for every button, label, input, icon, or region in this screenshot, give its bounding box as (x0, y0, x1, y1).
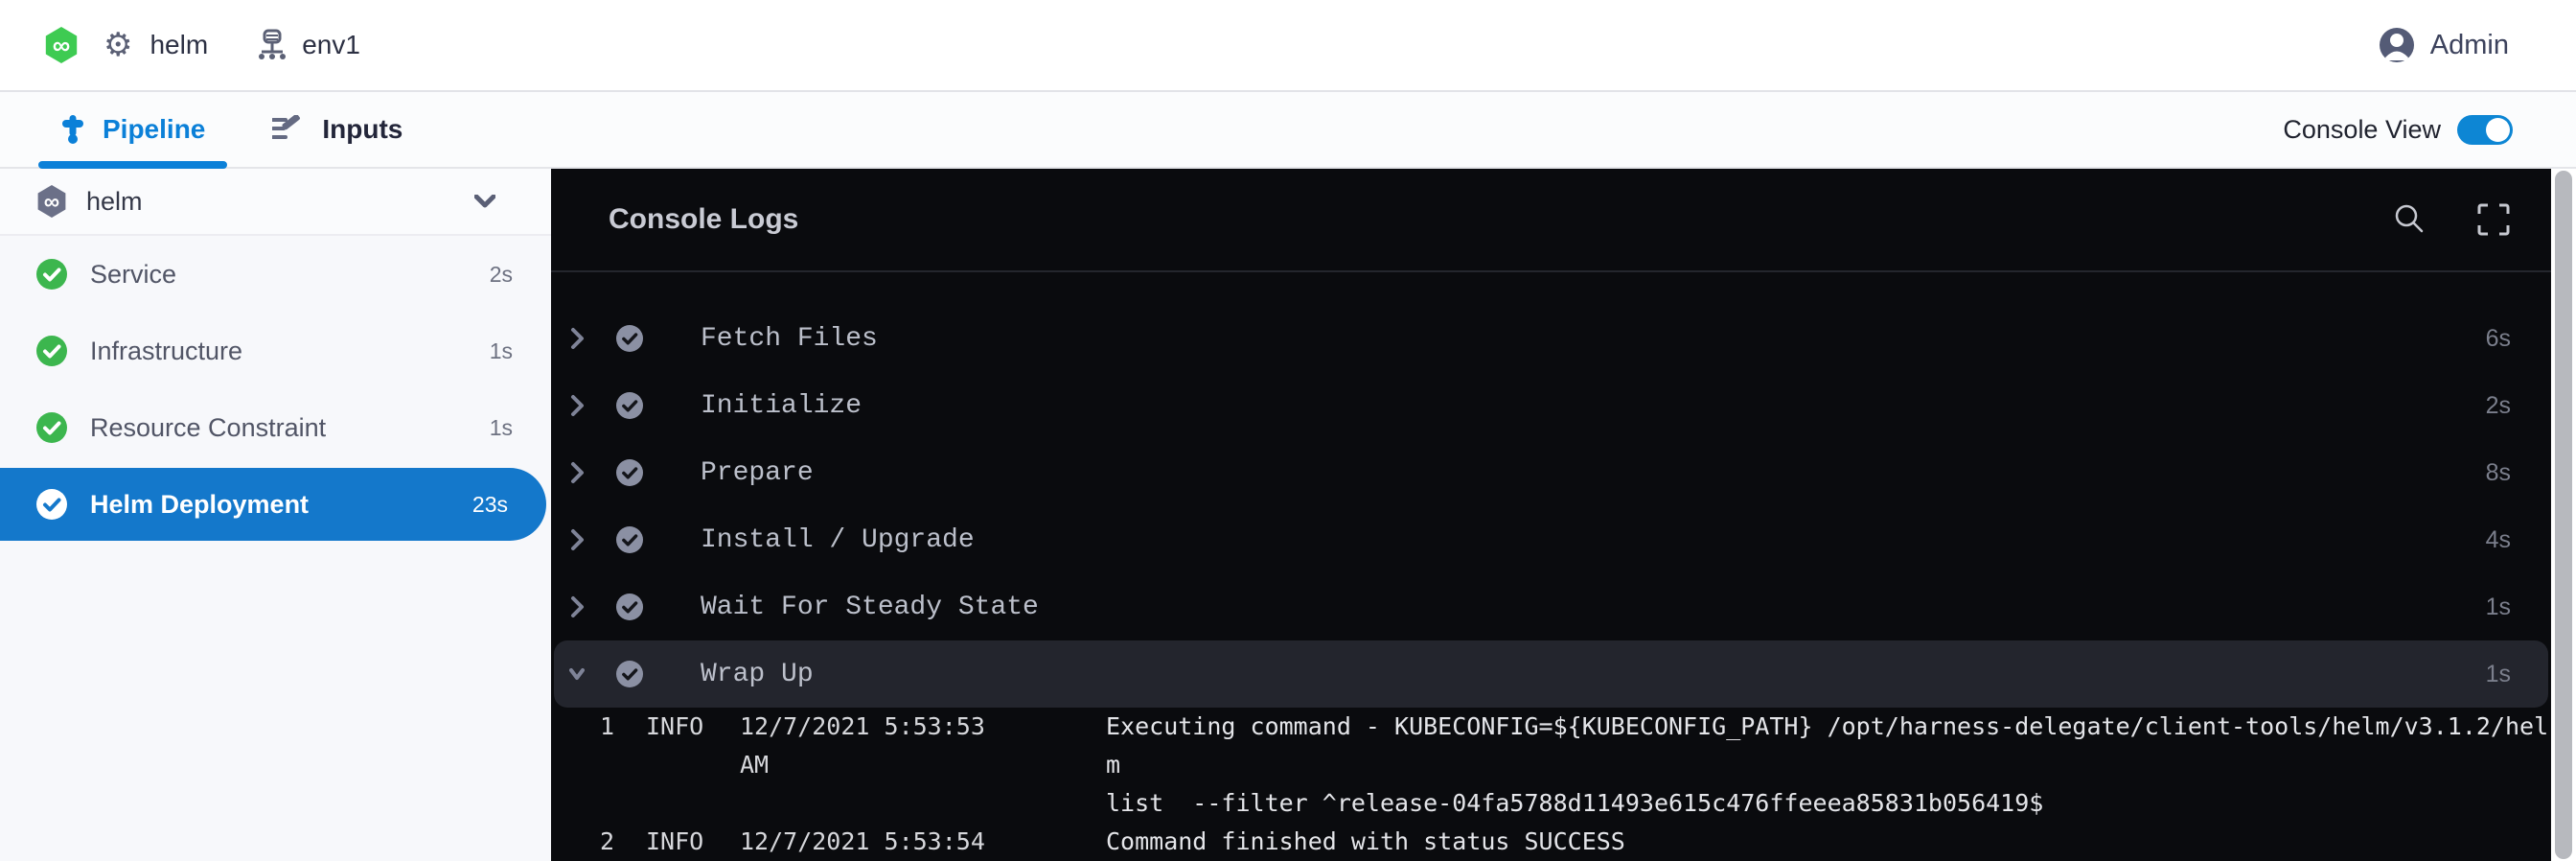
step-duration: 6s (2486, 325, 2511, 353)
tab-inputs-label: Inputs (322, 114, 402, 145)
step-prepare[interactable]: Prepare 8s (551, 439, 2551, 506)
step-duration: 1s (2486, 661, 2511, 688)
step-fetch-files[interactable]: Fetch Files 6s (551, 305, 2551, 372)
step-label: Wrap Up (701, 660, 814, 689)
success-check-icon (616, 593, 643, 620)
chevron-right-icon (569, 528, 585, 551)
success-check-icon (616, 392, 643, 419)
success-check-icon (36, 489, 67, 520)
log-line: 2 INFO 12/7/2021 5:53:54 AM Command fini… (551, 823, 2551, 861)
tab-pipeline-label: Pipeline (103, 114, 205, 145)
console-view-label: Console View (2283, 115, 2441, 145)
log-output: 1 INFO 12/7/2021 5:53:53 AM Executing co… (551, 708, 2551, 861)
step-wrap-up[interactable]: Wrap Up 1s (554, 640, 2548, 708)
step-install-upgrade[interactable]: Install / Upgrade 4s (551, 506, 2551, 573)
vertical-scrollbar[interactable] (2551, 169, 2576, 861)
stage-duration: 1s (490, 338, 513, 364)
step-duration: 4s (2486, 526, 2511, 554)
tab-bar: Pipeline Inputs Console View (0, 92, 2576, 169)
harness-execution-page: ∞ ⚙ helm env1 Admin (0, 0, 2576, 861)
log-line: 1 INFO 12/7/2021 5:53:53 AM Executing co… (551, 708, 2551, 823)
top-bar: ∞ ⚙ helm env1 Admin (0, 0, 2576, 92)
sidebar-item-infrastructure[interactable]: Infrastructure 1s (0, 313, 551, 389)
console-logs-panel: Console Logs (551, 169, 2551, 861)
chevron-right-icon (569, 461, 585, 484)
chevron-right-icon (569, 327, 585, 350)
stage-sidebar: ∞ helm Service 2s (0, 169, 551, 861)
sidebar-item-helm-deployment[interactable]: Helm Deployment 23s (0, 468, 546, 541)
user-menu[interactable]: Admin (2378, 26, 2509, 64)
inputs-icon (272, 115, 305, 144)
stage-label: Service (90, 260, 176, 290)
tab-inputs[interactable]: Inputs (250, 92, 425, 167)
chevron-down-icon (569, 663, 585, 686)
group-icon: ∞ (36, 185, 67, 218)
stage-label: Helm Deployment (90, 490, 309, 520)
stage-label: Resource Constraint (90, 413, 326, 443)
log-timestamp: 12/7/2021 5:53:53 AM (740, 708, 1027, 784)
log-line-number: 1 (551, 708, 614, 746)
console-view-toggle[interactable] (2457, 115, 2513, 145)
environment-icon (258, 29, 287, 61)
log-level: INFO (646, 708, 703, 746)
success-check-icon (616, 526, 643, 553)
stage-duration: 23s (472, 492, 508, 518)
step-duration: 1s (2486, 593, 2511, 621)
project-icon: ∞ (44, 27, 79, 63)
step-label: Fetch Files (701, 324, 878, 354)
content-area: ∞ helm Service 2s (0, 169, 2576, 861)
log-line-number: 2 (551, 823, 614, 861)
step-initialize[interactable]: Initialize 2s (551, 372, 2551, 439)
gear-icon: ⚙ (104, 29, 132, 61)
stage-group-helm[interactable]: ∞ helm (0, 169, 551, 236)
scrollbar-thumb[interactable] (2555, 171, 2572, 859)
breadcrumb-project[interactable]: helm (150, 30, 208, 60)
step-label: Initialize (701, 391, 862, 421)
search-icon[interactable] (2392, 202, 2426, 237)
chevron-right-icon (569, 394, 585, 417)
stage-duration: 2s (490, 262, 513, 288)
avatar-icon (2378, 26, 2416, 64)
chevron-down-icon[interactable] (474, 195, 495, 208)
step-duration: 8s (2486, 459, 2511, 487)
pipeline-icon (60, 115, 85, 144)
sidebar-item-service[interactable]: Service 2s (0, 236, 551, 313)
group-name: helm (86, 187, 143, 217)
log-level: INFO (646, 823, 703, 861)
stage-duration: 1s (490, 415, 513, 441)
log-timestamp: 12/7/2021 5:53:54 AM (740, 823, 1027, 861)
success-check-icon (36, 336, 67, 366)
step-list: Fetch Files 6s Initialize 2s (551, 272, 2551, 708)
console-title: Console Logs (609, 203, 798, 236)
success-check-icon (36, 412, 67, 443)
success-check-icon (616, 325, 643, 352)
success-check-icon (616, 661, 643, 687)
step-label: Install / Upgrade (701, 525, 975, 555)
step-wait-for-steady-state[interactable]: Wait For Steady State 1s (551, 573, 2551, 640)
success-check-icon (616, 459, 643, 486)
toggle-knob (2486, 118, 2510, 142)
stage-label: Infrastructure (90, 337, 242, 366)
step-label: Prepare (701, 458, 814, 488)
fullscreen-icon[interactable] (2476, 202, 2511, 237)
tab-pipeline[interactable]: Pipeline (38, 92, 227, 167)
step-label: Wait For Steady State (701, 593, 1039, 622)
log-message: Executing command - KUBECONFIG=${KUBECON… (1106, 708, 2551, 823)
breadcrumb-environment[interactable]: env1 (302, 30, 360, 60)
console-header: Console Logs (551, 169, 2551, 272)
log-message: Command finished with status SUCCESS (1106, 823, 2551, 861)
chevron-right-icon (569, 595, 585, 618)
success-check-icon (36, 259, 67, 290)
user-name: Admin (2430, 30, 2509, 61)
step-duration: 2s (2486, 392, 2511, 420)
active-tab-underline (38, 161, 227, 169)
sidebar-item-resource-constraint[interactable]: Resource Constraint 1s (0, 389, 551, 466)
